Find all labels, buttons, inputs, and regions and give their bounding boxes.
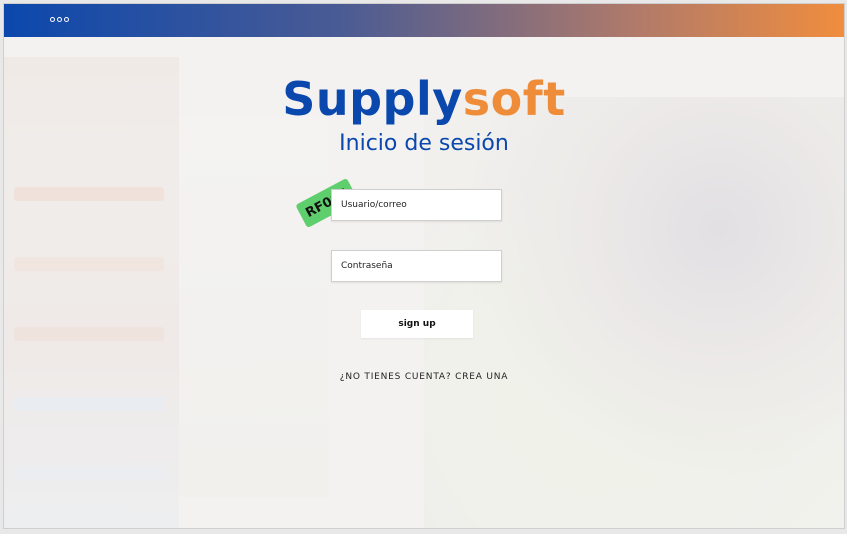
- brand-part-2: soft: [462, 72, 566, 126]
- brand-part-1: Supply: [282, 72, 463, 126]
- three-dots-icon[interactable]: [50, 17, 69, 22]
- app-frame: Supplysoft Inicio de sesión RF005 sign u…: [3, 3, 845, 529]
- brand-logo: Supplysoft: [4, 72, 844, 126]
- page-title: Inicio de sesión: [339, 131, 509, 156]
- password-field[interactable]: [331, 250, 502, 282]
- username-input[interactable]: [332, 190, 501, 220]
- dot-icon: [57, 17, 62, 22]
- top-bar: [4, 4, 844, 37]
- password-input[interactable]: [332, 251, 501, 281]
- username-field[interactable]: [331, 189, 502, 221]
- sign-up-button[interactable]: sign up: [361, 310, 473, 338]
- dot-icon: [64, 17, 69, 22]
- create-account-link[interactable]: ¿NO TIENES CUENTA? CREA UNA: [4, 372, 844, 382]
- dot-icon: [50, 17, 55, 22]
